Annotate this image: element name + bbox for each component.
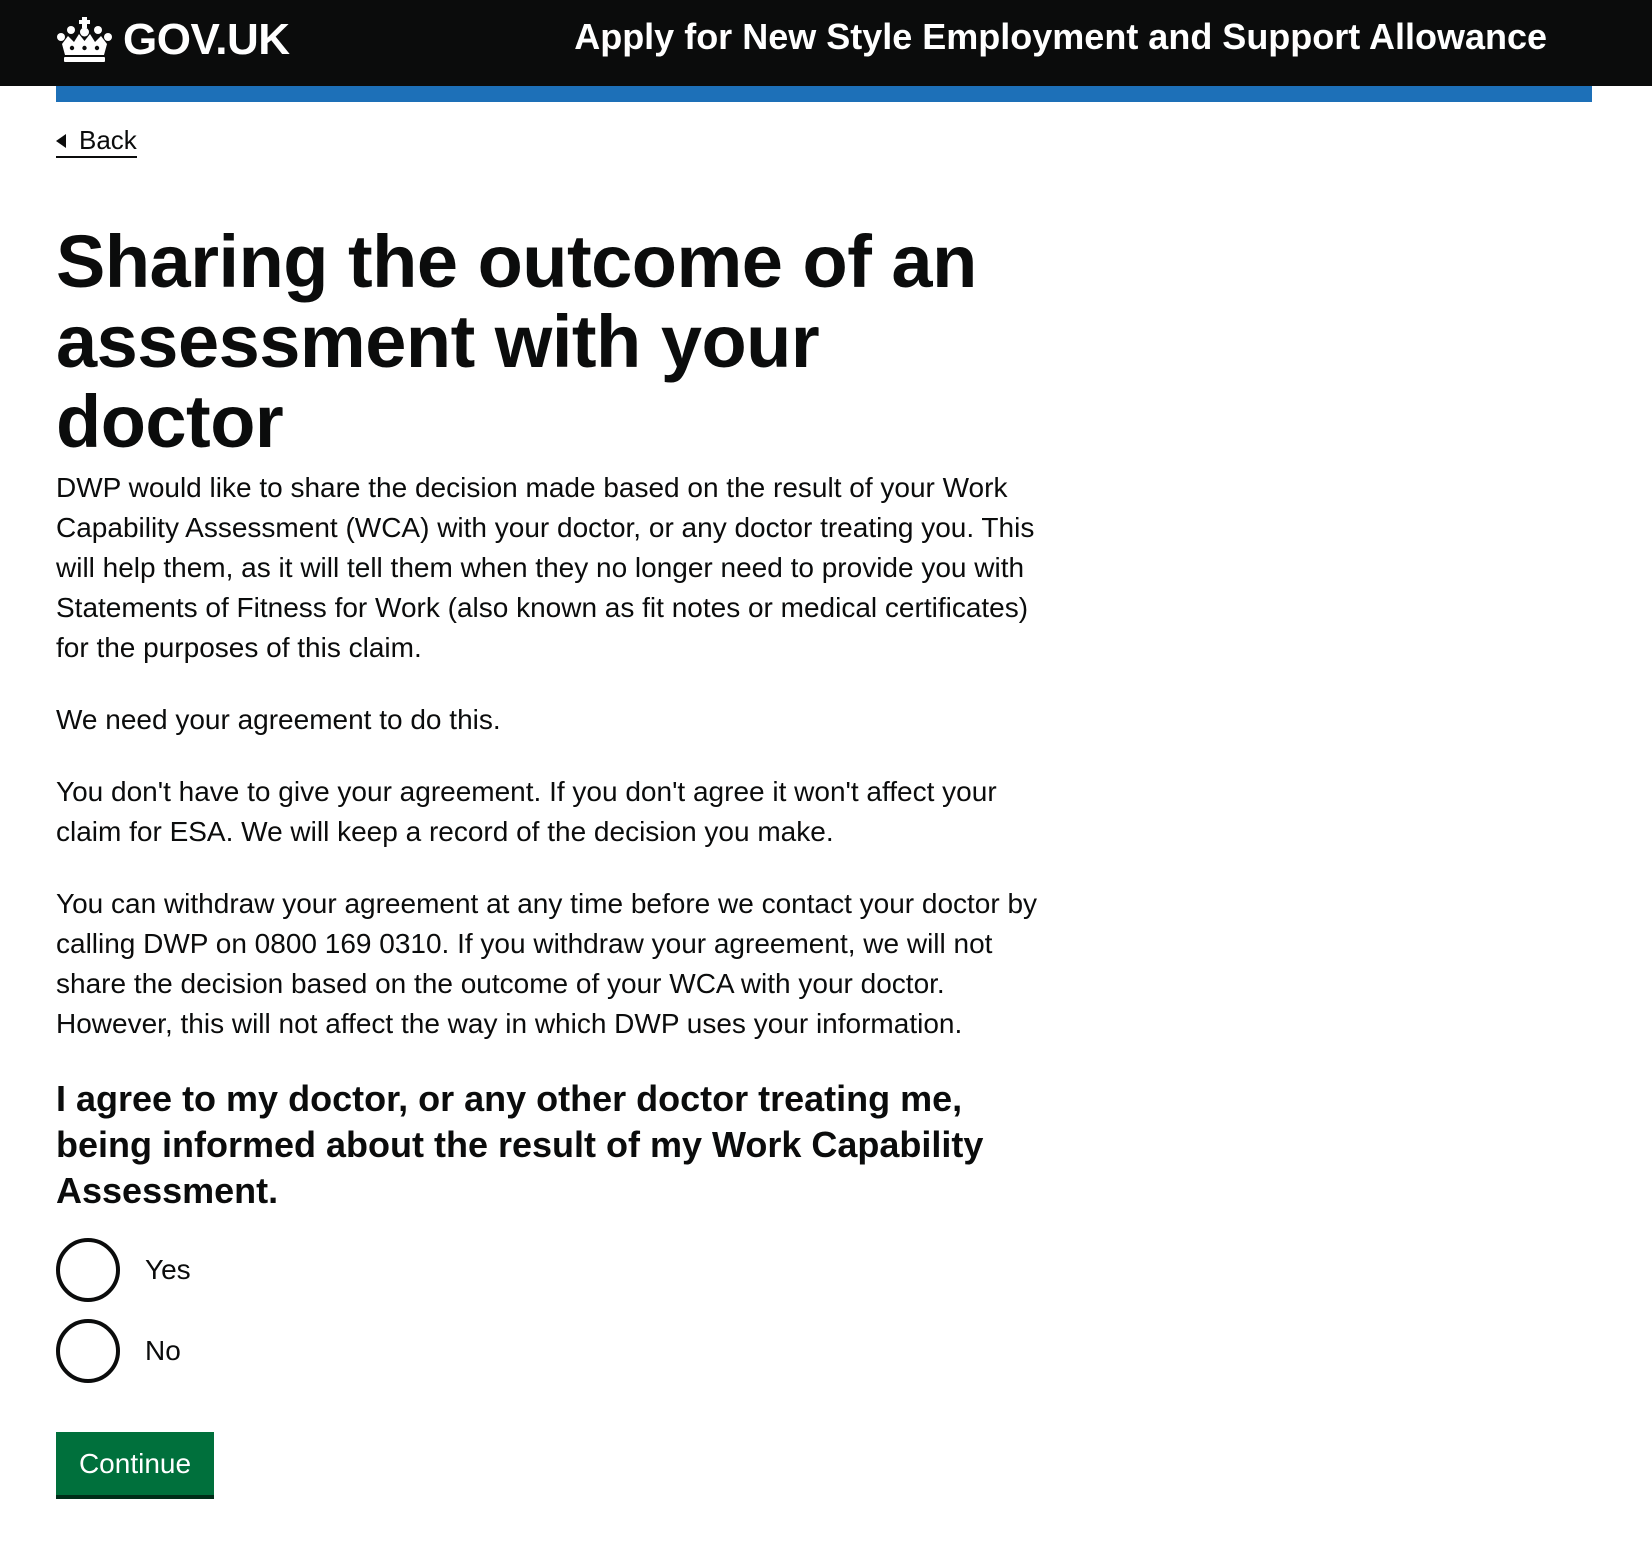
- consent-question: I agree to my doctor, or any other docto…: [56, 1078, 984, 1211]
- optional-agreement-paragraph: You don't have to give your agreement. I…: [56, 776, 997, 847]
- service-name-link[interactable]: Apply for New Style Employment and Suppo…: [574, 16, 1547, 58]
- radio-no-label: No: [145, 1335, 181, 1366]
- radio-yes-label: Yes: [145, 1254, 191, 1285]
- page-title: Sharing the outcome of an assessment wit…: [56, 220, 977, 463]
- radio-option-no[interactable]: No: [56, 1319, 181, 1383]
- crown-icon: [57, 17, 112, 62]
- continue-button[interactable]: Continue: [56, 1432, 214, 1495]
- withdraw-agreement-paragraph: You can withdraw your agreement at any t…: [56, 888, 1038, 1039]
- back-link[interactable]: Back: [56, 124, 137, 158]
- intro-paragraph: DWP would like to share the decision mad…: [56, 472, 1035, 663]
- agreement-needed-paragraph: We need your agreement to do this.: [56, 704, 501, 735]
- back-link-label: Back: [79, 125, 137, 155]
- radio-yes-button[interactable]: [56, 1238, 120, 1302]
- chevron-left-icon: [56, 134, 66, 148]
- govuk-logo-link[interactable]: GOV.UK: [56, 14, 290, 66]
- radio-no-button[interactable]: [56, 1319, 120, 1383]
- gov-header: GOV.UK Apply for New Style Employment an…: [0, 0, 1652, 86]
- logo-text: GOV.UK: [123, 15, 290, 64]
- header-accent-bar: [56, 86, 1592, 102]
- radio-option-yes[interactable]: Yes: [56, 1238, 191, 1302]
